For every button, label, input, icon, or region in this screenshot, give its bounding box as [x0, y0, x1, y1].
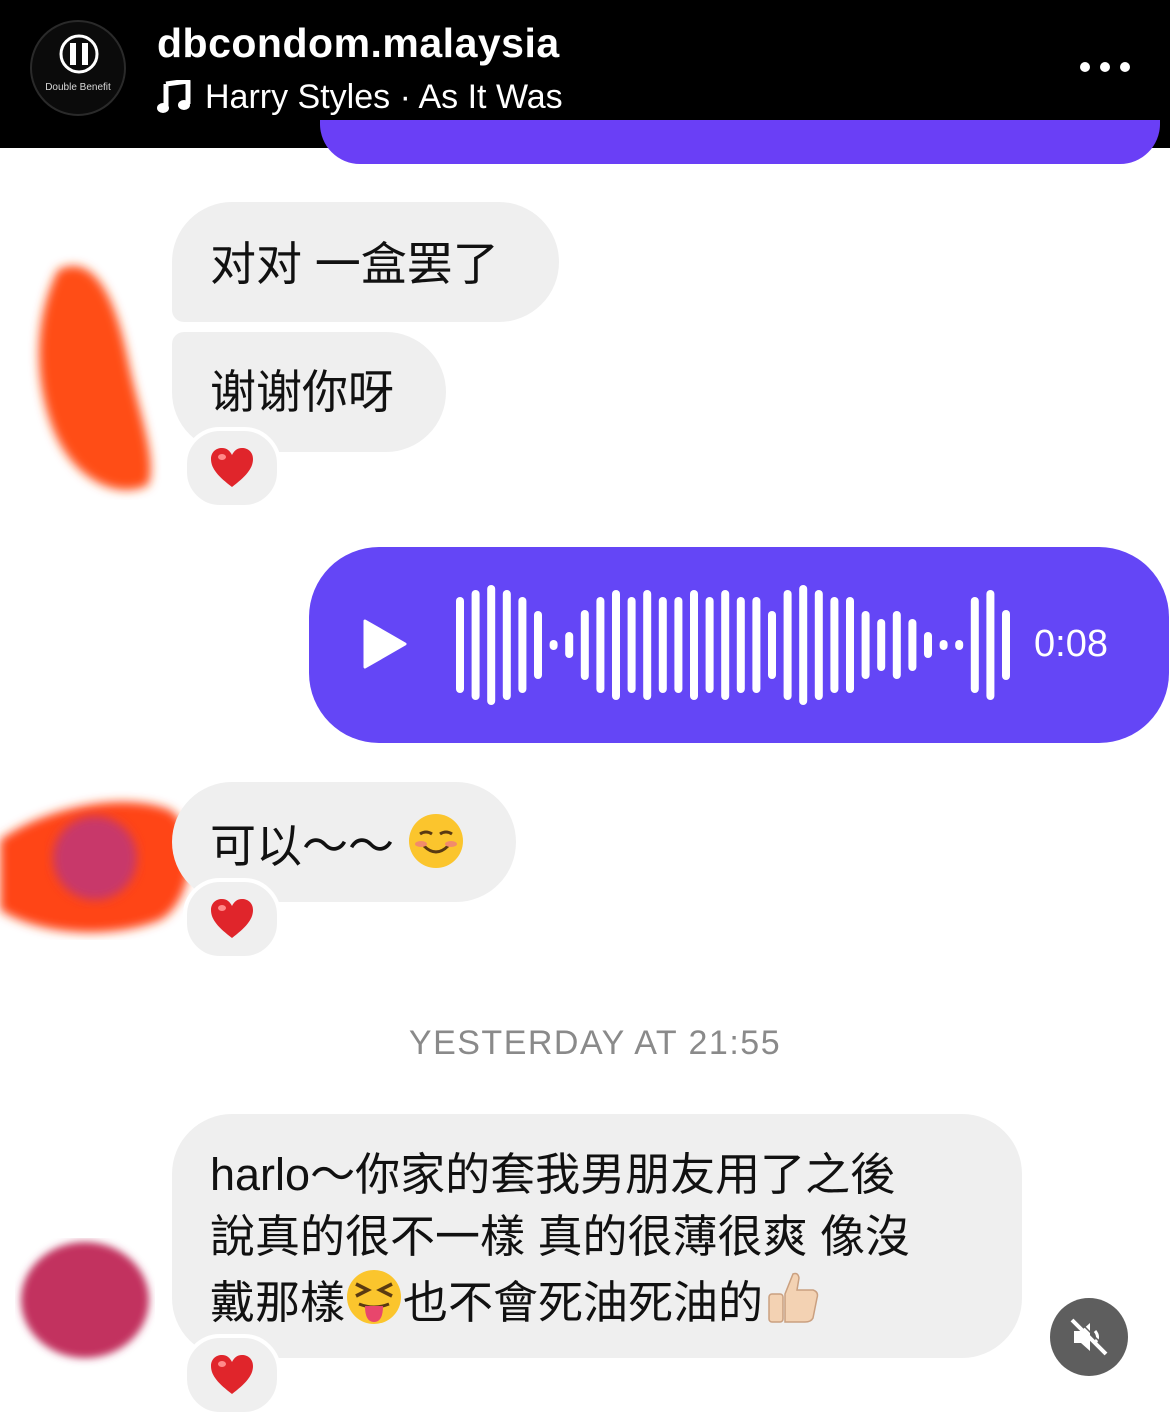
message-line: 也不會死油死油的 — [403, 1277, 764, 1328]
waveform-bar — [892, 611, 901, 679]
heart-reaction[interactable] — [183, 878, 281, 960]
waveform-bar — [643, 590, 652, 700]
previous-outgoing-bubble — [320, 120, 1160, 164]
message-timestamp: YESTERDAY AT 21:55 — [408, 1024, 782, 1062]
message-line: harlo～你家的套我男朋友用了之後 — [210, 1149, 896, 1200]
waveform-bar — [612, 590, 620, 700]
waveform-bar — [846, 597, 854, 693]
redacted-avatar-scribble — [0, 801, 190, 933]
account-avatar[interactable]: Double Benefit — [30, 20, 126, 116]
logo-text: Double Benefit — [45, 82, 111, 93]
waveform-bar — [736, 597, 745, 693]
incoming-message-bubble[interactable]: harlo～你家的套我男朋友用了之後 說真的很不一樣 真的很薄很爽 像沒 戴那樣… — [172, 1114, 1022, 1358]
message-text: 对对 一盒罢了 — [210, 238, 499, 290]
waveform-bar — [565, 632, 574, 658]
music-label: Harry Styles · As It Was — [205, 78, 563, 116]
heart-reaction[interactable] — [183, 427, 281, 509]
waveform-bar — [752, 597, 761, 693]
redacted-avatar-scribble — [21, 1242, 149, 1358]
account-name[interactable]: dbcondom.malaysia — [157, 20, 560, 67]
waveform-bar — [986, 590, 995, 700]
waveform-bar — [861, 611, 870, 679]
waveform-bar — [924, 632, 932, 658]
heart-icon — [211, 899, 253, 938]
play-icon[interactable] — [363, 619, 407, 669]
mute-button[interactable] — [1050, 1298, 1128, 1376]
message-line: 說真的很不一樣 真的很薄很爽 像沒 — [210, 1211, 911, 1262]
waveform-bar — [518, 597, 527, 693]
waveform-bar — [549, 640, 558, 650]
waveform-bar — [877, 619, 886, 671]
waveform-bar — [939, 640, 948, 650]
voice-duration: 0:08 — [1034, 623, 1108, 665]
heart-reaction[interactable] — [183, 1334, 281, 1416]
waveform-bar — [783, 590, 792, 700]
waveform-bar — [487, 585, 496, 705]
more-options-icon[interactable] — [1080, 62, 1130, 76]
waveform-bar — [580, 610, 589, 680]
waveform-bar — [830, 597, 839, 693]
waveform-bar — [690, 590, 698, 700]
speaker-muted-icon — [1070, 1317, 1109, 1356]
waveform-bar — [814, 590, 823, 700]
waveform-bar — [705, 597, 714, 693]
redacted-avatar-scribble — [39, 266, 151, 490]
waveform-bar — [627, 597, 636, 693]
waveform-bar — [456, 597, 464, 693]
waveform-bar — [721, 590, 730, 700]
audio-waveform[interactable] — [454, 581, 1014, 709]
waveform-bar — [502, 590, 511, 700]
waveform-bar — [596, 597, 605, 693]
waveform-bar — [658, 597, 667, 693]
waveform-bar — [768, 611, 776, 679]
message-text: 可以～～ — [210, 820, 394, 872]
waveform-bar — [908, 619, 917, 671]
waveform-bar — [471, 590, 480, 700]
incoming-message-bubble[interactable]: 对对 一盒罢了 — [172, 202, 559, 322]
waveform-bar — [534, 611, 542, 679]
waveform-bar — [799, 585, 808, 705]
waveform-bar — [674, 597, 683, 693]
smiling-face-emoji-icon — [408, 814, 463, 868]
heart-icon — [211, 448, 253, 487]
voice-message-bubble[interactable]: 0:08 — [309, 547, 1169, 743]
heart-icon — [211, 1355, 253, 1394]
music-note-icon — [157, 80, 191, 113]
thumbs-up-emoji-icon — [768, 1272, 819, 1323]
waveform-bar — [955, 640, 964, 650]
message-text: 谢谢你呀 — [210, 366, 394, 418]
waveform-bar — [1002, 610, 1010, 680]
double-benefit-logo-icon — [59, 34, 99, 74]
squinting-tongue-emoji-icon — [347, 1270, 402, 1324]
waveform-bar — [970, 597, 979, 693]
message-line: 戴那樣 — [210, 1277, 346, 1328]
